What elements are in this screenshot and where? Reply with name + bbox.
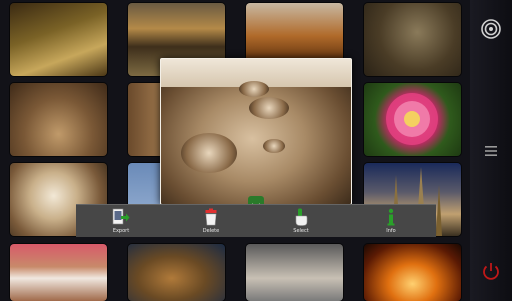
photo-thumbnail[interactable]: [10, 3, 107, 76]
action-toolbar: Export Delete Select Info: [76, 204, 436, 237]
select-button[interactable]: Select: [256, 205, 346, 237]
photo-thumbnail[interactable]: [10, 83, 107, 156]
info-button[interactable]: Info: [346, 205, 436, 237]
target-icon: [481, 19, 501, 39]
photo-thumbnail[interactable]: [364, 244, 461, 301]
photo-thumbnail[interactable]: [364, 3, 461, 76]
trash-icon: [205, 208, 217, 226]
export-button[interactable]: Export: [76, 205, 166, 237]
hand-pointer-icon: [295, 208, 308, 226]
export-label: Export: [112, 228, 130, 234]
select-label: Select: [293, 228, 309, 234]
power-button[interactable]: [478, 258, 504, 284]
menu-icon: [485, 146, 497, 156]
delete-label: Delete: [202, 228, 220, 234]
info-icon: [387, 208, 395, 226]
preview-fungus: [249, 97, 289, 119]
flower-petals: [386, 93, 438, 145]
preview-fungus: [181, 133, 237, 173]
preview-fungus: [239, 81, 269, 97]
menu-button[interactable]: [478, 138, 504, 164]
power-icon: [483, 263, 499, 280]
target-button[interactable]: [478, 16, 504, 42]
photo-thumbnail[interactable]: [246, 244, 343, 301]
delete-button[interactable]: Delete: [166, 205, 256, 237]
export-icon: [112, 208, 130, 225]
photo-preview[interactable]: [160, 58, 352, 205]
photo-thumbnail[interactable]: [128, 244, 225, 301]
preview-fungus: [263, 139, 285, 153]
info-label: Info: [386, 228, 396, 234]
system-bar: [470, 0, 512, 301]
photo-thumbnail[interactable]: [364, 83, 461, 156]
photo-thumbnail[interactable]: [10, 244, 107, 301]
